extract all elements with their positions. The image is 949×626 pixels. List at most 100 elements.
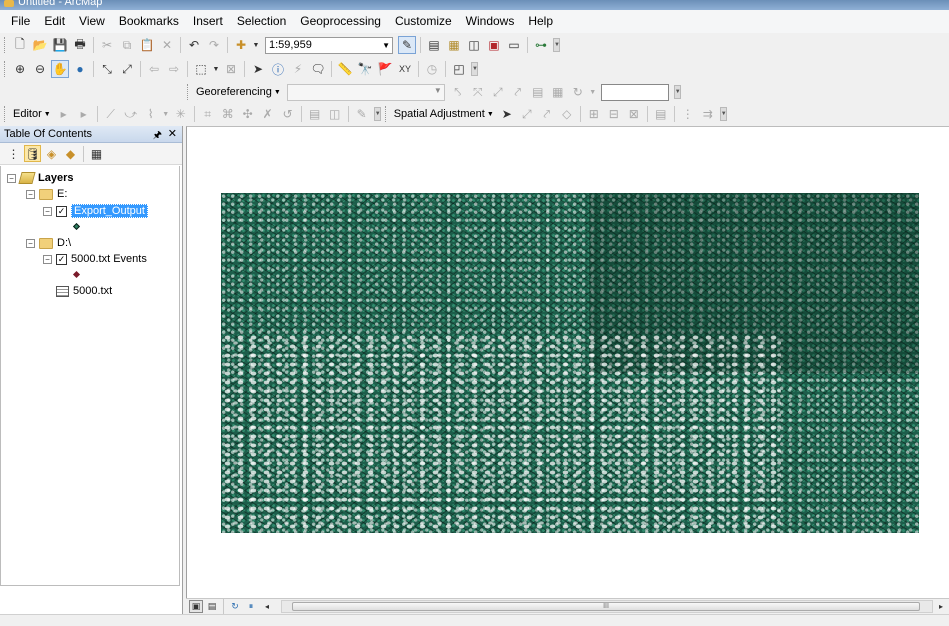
scroll-right-icon[interactable]: ▸: [934, 600, 948, 613]
list-by-drawing-order-icon[interactable]: ⋮: [5, 145, 22, 162]
back-arrow-icon[interactable]: ⇦: [145, 60, 163, 78]
measure-icon[interactable]: 📏: [336, 60, 354, 78]
straight-segment-icon[interactable]: ⟋: [102, 105, 120, 123]
editor-menu-button[interactable]: Editor ▼: [10, 105, 54, 123]
menu-file[interactable]: File: [4, 10, 37, 33]
add-control-points-icon[interactable]: ⤤: [509, 83, 527, 101]
scale-icon[interactable]: ⤢: [489, 83, 507, 101]
collapse-icon[interactable]: −: [43, 254, 52, 264]
open-folder-icon[interactable]: 📂: [31, 36, 49, 54]
menu-view[interactable]: View: [72, 10, 112, 33]
toc-options-icon[interactable]: ▦: [88, 145, 105, 162]
list-by-source-icon[interactable]: 🛢: [24, 145, 41, 162]
paste-icon[interactable]: 📋: [138, 36, 156, 54]
new-displacement-link-icon[interactable]: ⤢: [518, 105, 536, 123]
select-elements-arrow-icon[interactable]: ➤: [249, 60, 267, 78]
toolbar-grip[interactable]: [4, 37, 7, 53]
layer-visibility-checkbox[interactable]: ✓: [56, 205, 67, 217]
collapse-icon[interactable]: −: [43, 206, 52, 216]
add-data-dropdown-icon[interactable]: ▼: [252, 36, 260, 54]
georef-value-field[interactable]: [600, 83, 669, 101]
create-viewer-window-icon[interactable]: ◰: [450, 60, 468, 78]
attribute-transfer-icon[interactable]: ⇉: [699, 105, 717, 123]
select-features-dropdown-icon[interactable]: ▼: [212, 60, 220, 78]
undo-icon[interactable]: ↶: [185, 36, 203, 54]
pause-drawing-icon[interactable]: ⏸: [244, 600, 258, 613]
table-name-5000-txt[interactable]: 5000.txt: [73, 285, 112, 297]
menu-geoprocessing[interactable]: Geoprocessing: [293, 10, 388, 33]
toolbar-grip[interactable]: [4, 61, 7, 77]
zoom-out-icon[interactable]: ⊖: [31, 60, 49, 78]
layer-row-export-output[interactable]: − ✓ Export_Output: [43, 203, 148, 219]
zoom-in-icon[interactable]: ⊕: [11, 60, 29, 78]
split-icon[interactable]: ✗: [259, 105, 277, 123]
layer-visibility-checkbox[interactable]: ✓: [56, 253, 67, 265]
point-symbol-icon[interactable]: [72, 270, 81, 279]
menu-insert[interactable]: Insert: [186, 10, 230, 33]
data-view-icon[interactable]: ▣: [189, 600, 203, 613]
save-icon[interactable]: 💾: [51, 36, 69, 54]
collapse-icon[interactable]: −: [26, 189, 35, 199]
menu-help[interactable]: Help: [521, 10, 560, 33]
list-by-visibility-icon[interactable]: ◈: [43, 145, 60, 162]
view-link-table-icon[interactable]: ▤: [529, 83, 547, 101]
collapse-icon[interactable]: −: [7, 173, 16, 183]
shift-icon[interactable]: ⤧: [469, 83, 487, 101]
rotate-edit-icon[interactable]: ↺: [279, 105, 297, 123]
fixed-zoom-in-icon[interactable]: ⤡: [98, 60, 116, 78]
toolbar-overflow-chevron[interactable]: ▼: [719, 107, 727, 121]
chevron-down-icon[interactable]: ▼: [382, 38, 390, 53]
tree-node-e-drive[interactable]: − E:: [26, 186, 67, 202]
toolbar-overflow-chevron[interactable]: ▼: [471, 62, 478, 76]
edit-tool-icon[interactable]: ▸: [55, 105, 73, 123]
map-display[interactable]: [186, 126, 949, 598]
menu-windows[interactable]: Windows: [459, 10, 522, 33]
go-to-xy-icon[interactable]: XY: [396, 60, 414, 78]
toolbar-grip[interactable]: [4, 106, 7, 122]
reshape-icon[interactable]: ⌘: [219, 105, 237, 123]
print-icon[interactable]: 🖶: [71, 36, 89, 54]
pan-hand-icon[interactable]: ✋: [51, 60, 69, 78]
spatial-adjustment-menu-button[interactable]: Spatial Adjustment ▼: [391, 105, 497, 123]
point-icon[interactable]: ✳: [172, 105, 190, 123]
forward-arrow-icon[interactable]: ⇨: [165, 60, 183, 78]
menu-selection[interactable]: Selection: [230, 10, 293, 33]
rotate-icon[interactable]: ⤣: [449, 83, 467, 101]
add-data-icon[interactable]: ✚: [232, 36, 250, 54]
redo-icon[interactable]: ↷: [205, 36, 223, 54]
time-slider-icon[interactable]: ◷: [423, 60, 441, 78]
identify-icon[interactable]: ⓘ: [269, 60, 287, 78]
cut-polygons-icon[interactable]: ✣: [239, 105, 257, 123]
point-symbol-icon[interactable]: [72, 222, 81, 231]
georeferencing-menu-button[interactable]: Georeferencing ▼: [193, 83, 284, 101]
trace-icon[interactable]: ⌇: [142, 105, 160, 123]
modelbuilder-icon[interactable]: ⊶: [532, 36, 550, 54]
cut-icon[interactable]: ✂: [98, 36, 116, 54]
layout-view-icon[interactable]: ▤: [205, 600, 219, 613]
sketch-properties-icon[interactable]: ◫: [326, 105, 344, 123]
search-window-icon[interactable]: ◫: [465, 36, 483, 54]
list-by-selection-icon[interactable]: ◆: [62, 145, 79, 162]
edit-annotation-icon[interactable]: ▸: [75, 105, 93, 123]
select-features-icon[interactable]: ⬚: [192, 60, 210, 78]
find-route-icon[interactable]: 🚩: [376, 60, 394, 78]
menu-customize[interactable]: Customize: [388, 10, 459, 33]
full-extent-globe-icon[interactable]: ●: [71, 60, 89, 78]
edit-vertices-icon[interactable]: ⌗: [199, 105, 217, 123]
pin-icon[interactable]: 🖈: [153, 128, 162, 145]
table-of-contents-icon[interactable]: ▤: [425, 36, 443, 54]
copy-icon[interactable]: ⧉: [118, 36, 136, 54]
layer-name-5000-events[interactable]: 5000.txt Events: [71, 253, 147, 265]
tree-node-layers[interactable]: − Layers: [7, 170, 73, 186]
edge-match-icon[interactable]: ⋮: [679, 105, 697, 123]
editor-toolbar-toggle-icon[interactable]: ✎: [398, 36, 416, 54]
auto-adjust-dropdown-icon[interactable]: ▼: [589, 83, 597, 101]
collapse-icon[interactable]: −: [26, 238, 35, 248]
delete-icon[interactable]: ✕: [158, 36, 176, 54]
select-elements-arrow-icon[interactable]: ➤: [498, 105, 516, 123]
close-icon[interactable]: ✕: [168, 127, 177, 140]
toolbar-grip[interactable]: [384, 106, 388, 122]
construction-dropdown-icon[interactable]: ▼: [162, 105, 170, 123]
catalog-window-icon[interactable]: ▦: [445, 36, 463, 54]
menu-edit[interactable]: Edit: [37, 10, 72, 33]
